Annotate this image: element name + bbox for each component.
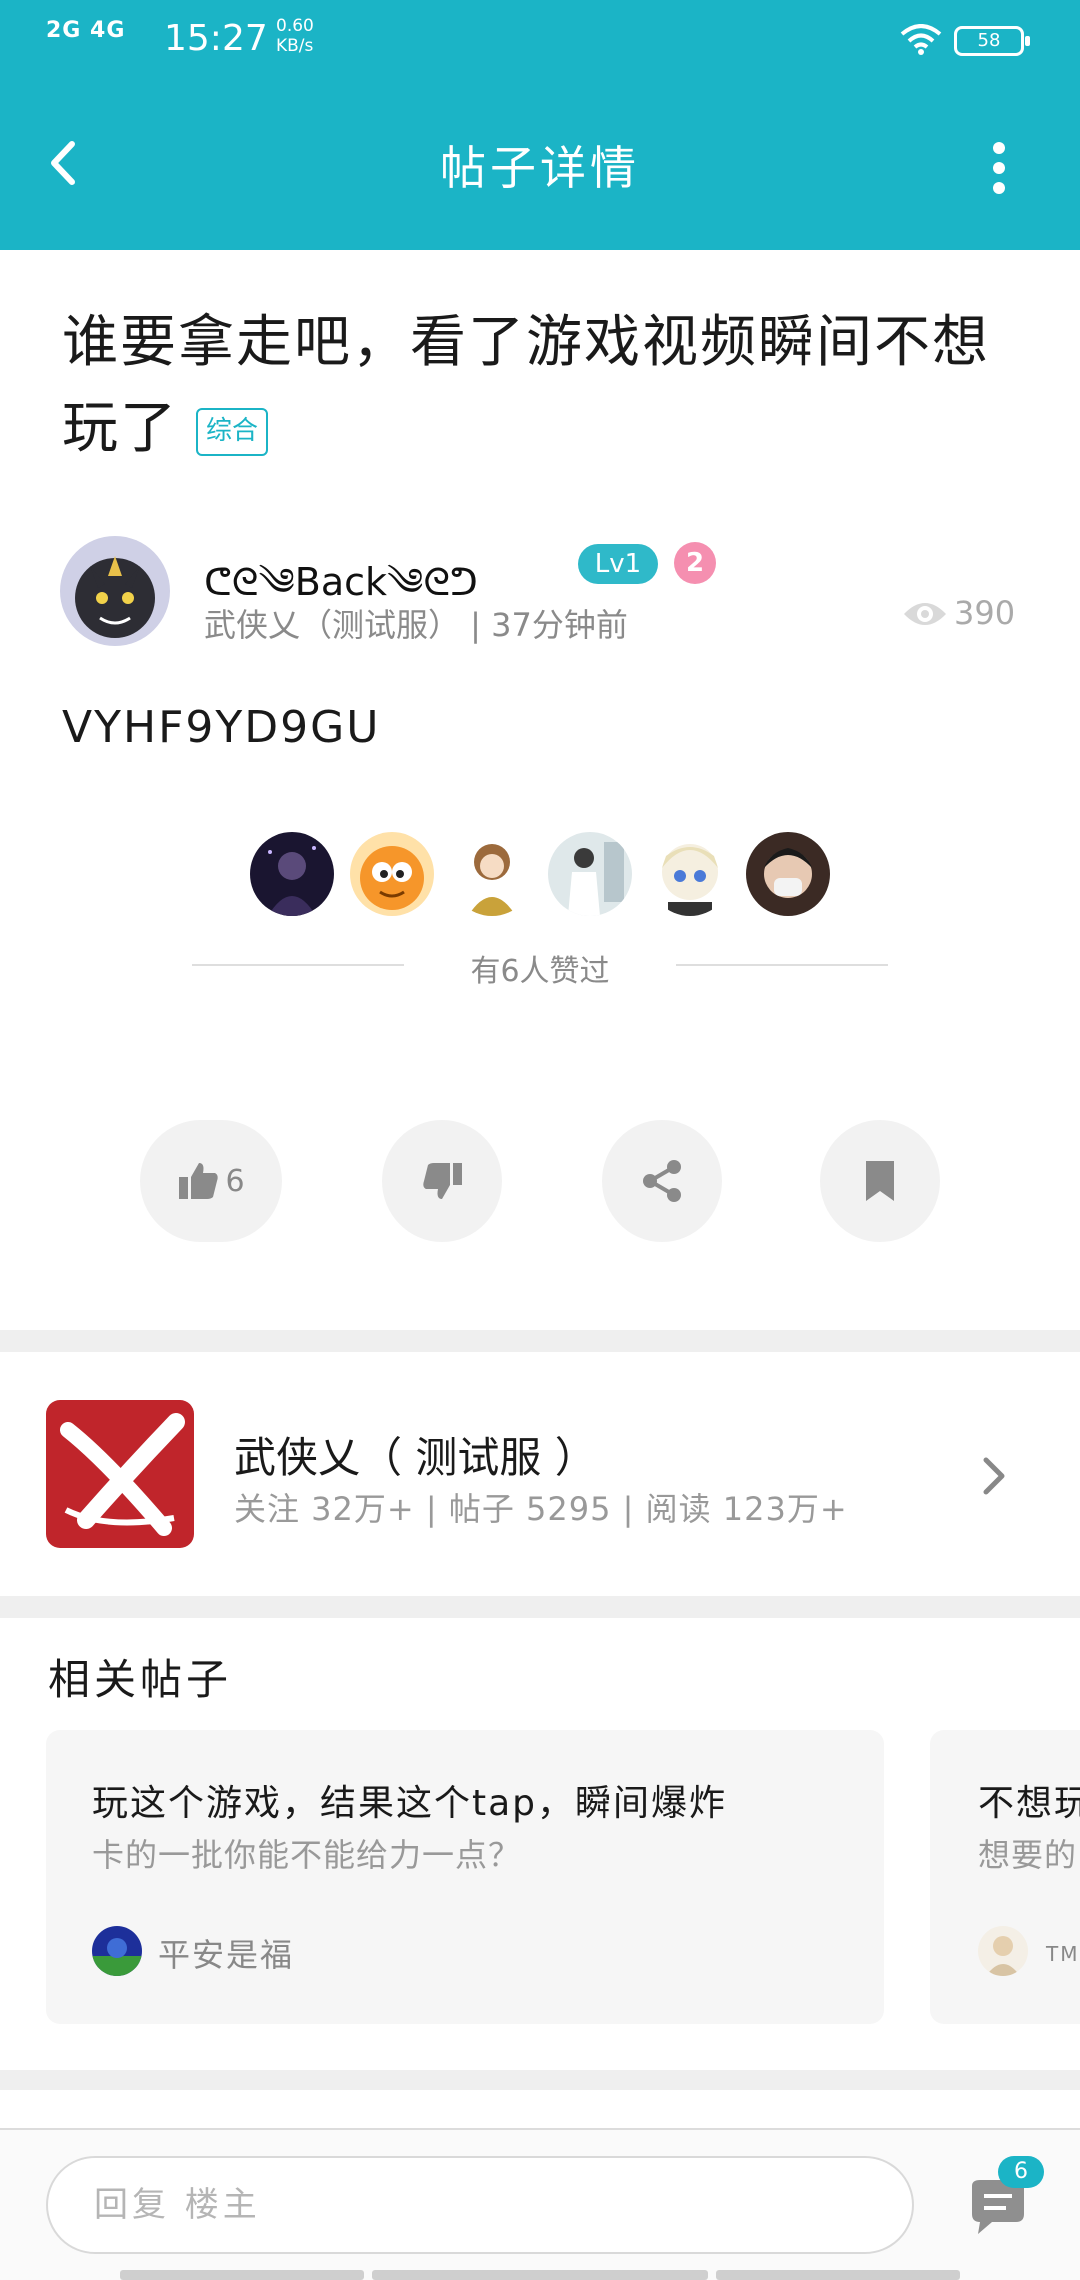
post-body: VYHF9YD9GU [62, 702, 381, 753]
app-bar: 帖子详情 [0, 80, 1080, 250]
clock: 15:27 [164, 18, 268, 59]
thumbs-down-icon [423, 1163, 462, 1199]
liker-avatar[interactable] [250, 832, 334, 916]
gesture-bar [372, 2270, 708, 2280]
network-indicator: 2G 4G [46, 18, 126, 43]
reply-input[interactable]: 回复 楼主 [46, 2156, 914, 2254]
liker-avatar[interactable] [350, 832, 434, 916]
divider-line [192, 964, 404, 966]
game-stats: 关注 32万+ | 帖子 5295 | 阅读 123万+ [234, 1490, 848, 1528]
speed-unit: KB/s [276, 36, 314, 56]
battery-indicator: 58 [954, 26, 1030, 56]
liker-avatar[interactable] [746, 832, 830, 916]
like-count: 6 [225, 1163, 245, 1199]
related-post-card[interactable]: 玩这个游戏，结果这个tap，瞬间爆炸 卡的一批你能不能给力一点？ 平安是福 [46, 1730, 884, 2024]
comment-count-badge: 6 [998, 2156, 1044, 2188]
more-options-icon[interactable] [984, 140, 1014, 196]
game-name[interactable]: 武侠乂（ 测试服 ） [234, 1424, 597, 1485]
author-avatar[interactable] [60, 536, 170, 646]
share-icon [643, 1160, 681, 1202]
dislike-button[interactable] [382, 1120, 502, 1242]
page-title: 帖子详情 [440, 141, 640, 195]
speed-value: 0.60 [276, 16, 314, 36]
divider-line [676, 964, 888, 966]
related-post-user: TM [1046, 1942, 1080, 1966]
related-post-excerpt: 想要的 [978, 1836, 1078, 1874]
author-meta: 武侠乂（测试服） | 37分钟前 [204, 606, 628, 644]
liker-avatar[interactable] [450, 832, 534, 916]
thumbs-up-icon [179, 1163, 219, 1199]
network-speed: 0.60 KB/s [276, 16, 314, 56]
eye-icon [904, 603, 946, 625]
bookmark-icon [866, 1161, 894, 1201]
section-divider [0, 2070, 1080, 2090]
section-divider [0, 1330, 1080, 1352]
wifi-icon [900, 24, 942, 55]
chevron-right-icon[interactable] [980, 1454, 1010, 1498]
like-button[interactable]: 6 [140, 1120, 282, 1242]
post-title: 谁要拿走吧，看了游戏视频瞬间不想玩了 综合 [62, 300, 1022, 472]
status-bar: 2G 4G 15:27 0.60 KB/s 58 [0, 0, 1080, 80]
user-avatar [978, 1926, 1028, 1976]
liker-avatar[interactable] [548, 832, 632, 916]
liker-avatar[interactable] [648, 832, 732, 916]
likes-summary[interactable]: 有6人赞过 [390, 946, 690, 990]
medal-icon: 2 [674, 542, 716, 584]
view-count: 390 [954, 594, 1016, 632]
user-avatar [92, 1926, 142, 1976]
gesture-bar [716, 2270, 960, 2280]
gesture-bar [120, 2270, 364, 2280]
game-icon[interactable] [46, 1400, 194, 1548]
share-button[interactable] [602, 1120, 722, 1242]
level-badge: Lv1 [578, 544, 658, 584]
post-category-tag[interactable]: 综合 [196, 408, 269, 456]
related-posts-heading: 相关帖子 [48, 1655, 233, 1704]
section-divider [0, 1596, 1080, 1618]
related-post-card[interactable]: 不想玩 想要的 TM [930, 1730, 1080, 2024]
related-post-title: 不想玩 [978, 1783, 1080, 1824]
related-post-excerpt: 卡的一批你能不能给力一点？ [92, 1836, 522, 1874]
related-post-user: 平安是福 [158, 1936, 295, 1974]
bookmark-button[interactable] [820, 1120, 940, 1242]
related-post-title: 玩这个游戏，结果这个tap，瞬间爆炸 [92, 1783, 728, 1824]
